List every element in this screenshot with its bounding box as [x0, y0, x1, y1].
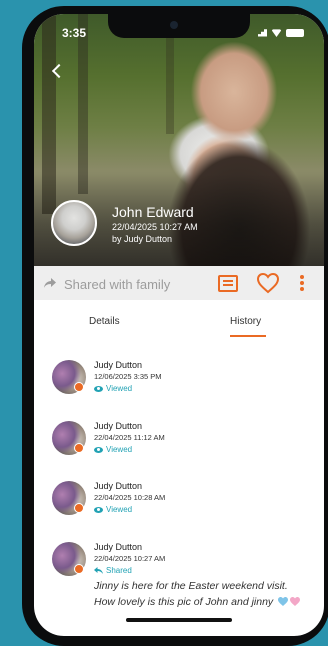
history-action: Shared [106, 566, 132, 575]
history-name: Judy Dutton [94, 421, 143, 431]
camera-badge-icon [74, 564, 84, 574]
tab-history[interactable]: History [230, 316, 261, 327]
owner-avatar[interactable] [51, 200, 97, 246]
pink-heart-icon [290, 597, 301, 606]
reply-icon [94, 567, 103, 574]
history-time: 22/04/2025 10:28 AM [94, 493, 166, 502]
camera-badge-icon [74, 382, 84, 392]
history-name: Judy Dutton [94, 542, 143, 552]
history-name: Judy Dutton [94, 481, 143, 491]
history-name: Judy Dutton [94, 360, 143, 370]
blue-heart-icon [278, 597, 289, 606]
history-status: Shared [94, 566, 132, 575]
tab-bar: Details History [34, 310, 324, 344]
photo-tree [78, 14, 88, 194]
notch [108, 14, 250, 38]
history-time: 22/04/2025 11:12 AM [94, 433, 165, 442]
share-arrow-icon [44, 278, 56, 288]
avatar [52, 360, 86, 394]
signal-icon [255, 29, 267, 37]
history-action: Viewed [106, 384, 133, 393]
history-status: Viewed [94, 445, 132, 454]
eye-icon [94, 506, 103, 513]
history-time: 22/04/2025 10:27 AM [94, 554, 166, 563]
app-screen: 3:35 John Edward 22/04/2025 10:27 AM by … [34, 14, 324, 636]
owner-name: John Edward [112, 204, 194, 220]
avatar [52, 542, 86, 576]
comment-icon[interactable] [218, 275, 238, 292]
history-action: Viewed [106, 445, 133, 454]
camera-icon [170, 21, 178, 29]
photo-date: 22/04/2025 10:27 AM [112, 222, 198, 232]
uploaded-by: by Judy Dutton [112, 234, 173, 244]
back-button[interactable] [50, 63, 66, 79]
more-options-icon[interactable] [300, 275, 304, 291]
history-action: Viewed [106, 505, 133, 514]
battery-icon [286, 28, 304, 37]
heart-icon[interactable] [256, 272, 280, 294]
history-comment: Jinny is here for the Easter weekend vis… [94, 578, 308, 610]
camera-badge-icon [74, 443, 84, 453]
action-bar: Shared with family [34, 266, 324, 300]
wifi-icon [271, 29, 282, 37]
history-time: 12/06/2025 3:35 PM [94, 372, 162, 381]
status-icons [255, 28, 304, 37]
history-status: Viewed [94, 384, 132, 393]
avatar [52, 481, 86, 515]
avatar [52, 421, 86, 455]
status-time: 3:35 [62, 26, 87, 40]
share-status-label[interactable]: Shared with family [64, 277, 170, 292]
eye-icon [94, 446, 103, 453]
camera-badge-icon [74, 503, 84, 513]
history-status: Viewed [94, 505, 132, 514]
eye-icon [94, 385, 103, 392]
comment-text: Jinny is here for the Easter weekend vis… [94, 580, 288, 608]
home-indicator[interactable] [126, 618, 232, 622]
tab-details[interactable]: Details [89, 316, 120, 327]
active-tab-indicator [230, 335, 266, 337]
